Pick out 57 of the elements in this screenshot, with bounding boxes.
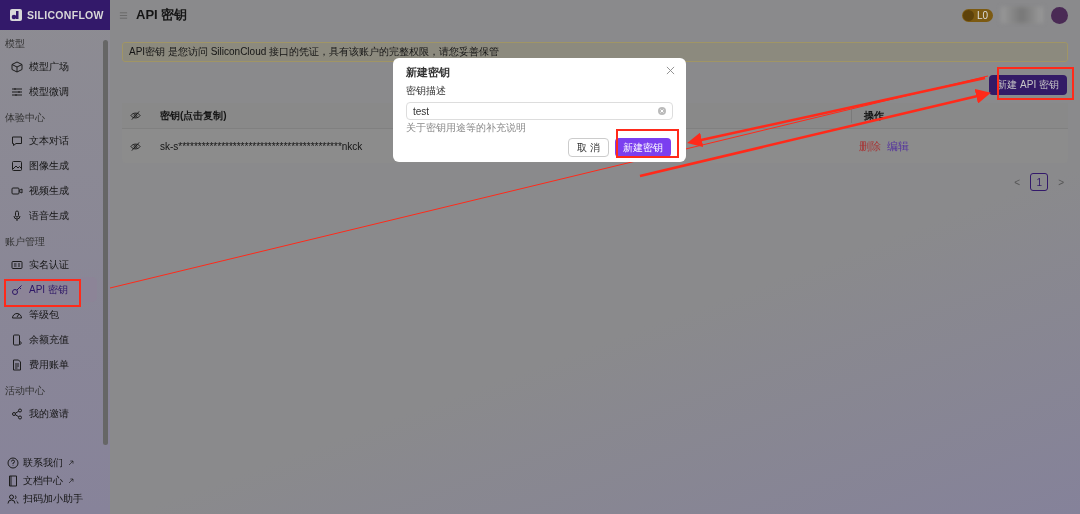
external-link-icon xyxy=(67,477,75,485)
menu-icon[interactable] xyxy=(119,10,128,20)
field-label: 密钥描述 xyxy=(406,84,447,98)
logo[interactable]: SILICONFLOW xyxy=(0,0,110,30)
video-icon xyxy=(11,184,23,197)
sidebar-item[interactable]: 文本对话 xyxy=(5,128,97,153)
column-header: 密钥(点击复制) xyxy=(160,108,227,123)
key-icon xyxy=(11,283,23,296)
document-icon xyxy=(7,475,19,487)
share-icon xyxy=(11,407,23,420)
section-label: 活动中心 xyxy=(5,385,46,397)
sidebar-item[interactable]: 等级包 xyxy=(5,302,97,327)
redacted-username xyxy=(1001,7,1043,23)
sliders-icon xyxy=(11,85,23,98)
sidebar-item[interactable]: 余额充值 xyxy=(5,327,97,352)
receipt-icon xyxy=(11,358,23,371)
description-field[interactable]: test xyxy=(406,102,673,120)
help-text: 关于密钥用途等的补充说明 xyxy=(406,121,527,135)
dialog-title: 新建密钥 xyxy=(406,66,450,80)
footer-link[interactable]: 联系我们 xyxy=(7,454,110,472)
sidebar-item[interactable]: 语音生成 xyxy=(5,203,97,228)
footer-link[interactable]: 扫码加小助手 xyxy=(7,490,110,508)
level-badge: L0 xyxy=(961,8,993,22)
section-label: 体验中心 xyxy=(5,112,46,124)
avatar[interactable] xyxy=(1051,6,1068,24)
page-title: API 密钥 xyxy=(136,6,188,24)
sidebar-item[interactable]: 费用账单 xyxy=(5,352,97,377)
scrollbar[interactable] xyxy=(103,40,108,445)
alert-text: API密钥 是您访问 SiliconCloud 接口的凭证，具有该账户的完整权限，请您妥善保管 xyxy=(129,45,500,59)
chat-icon xyxy=(11,134,23,147)
sidebar-item[interactable]: 模型微调 xyxy=(5,79,97,104)
cancel-button[interactable]: 取 消 xyxy=(568,138,609,157)
sidebar-item[interactable]: 图像生成 xyxy=(5,153,97,178)
sidebar-item[interactable]: 我的邀请 xyxy=(5,401,97,426)
help-icon xyxy=(7,457,19,469)
page-button[interactable]: 1 xyxy=(1030,173,1049,191)
id-card-icon xyxy=(11,258,23,271)
sidebar-item[interactable]: 视频生成 xyxy=(5,178,97,203)
sidebar-item[interactable]: 实名认证 xyxy=(5,252,97,277)
users-icon xyxy=(7,493,19,505)
highlight-box xyxy=(616,129,679,158)
action-link[interactable]: 编辑 xyxy=(887,138,909,154)
sidebar-item[interactable]: 模型广场 xyxy=(5,54,97,79)
image-icon xyxy=(11,159,23,172)
section-label: 模型 xyxy=(5,38,26,50)
phone-icon xyxy=(11,333,23,346)
external-link-icon xyxy=(67,459,75,467)
table-cell[interactable]: sk-s******************************************nkck xyxy=(160,140,363,152)
clear-icon[interactable] xyxy=(658,107,666,115)
cube-icon xyxy=(11,60,23,73)
hidden-eye-icon[interactable] xyxy=(130,140,141,152)
hidden-eye-icon[interactable] xyxy=(130,110,141,121)
close-icon[interactable] xyxy=(666,66,675,75)
section-label: 账户管理 xyxy=(5,236,46,248)
footer-link[interactable]: 文档中心 xyxy=(7,472,110,490)
microphone-icon xyxy=(11,209,23,222)
logo-icon xyxy=(9,8,23,22)
